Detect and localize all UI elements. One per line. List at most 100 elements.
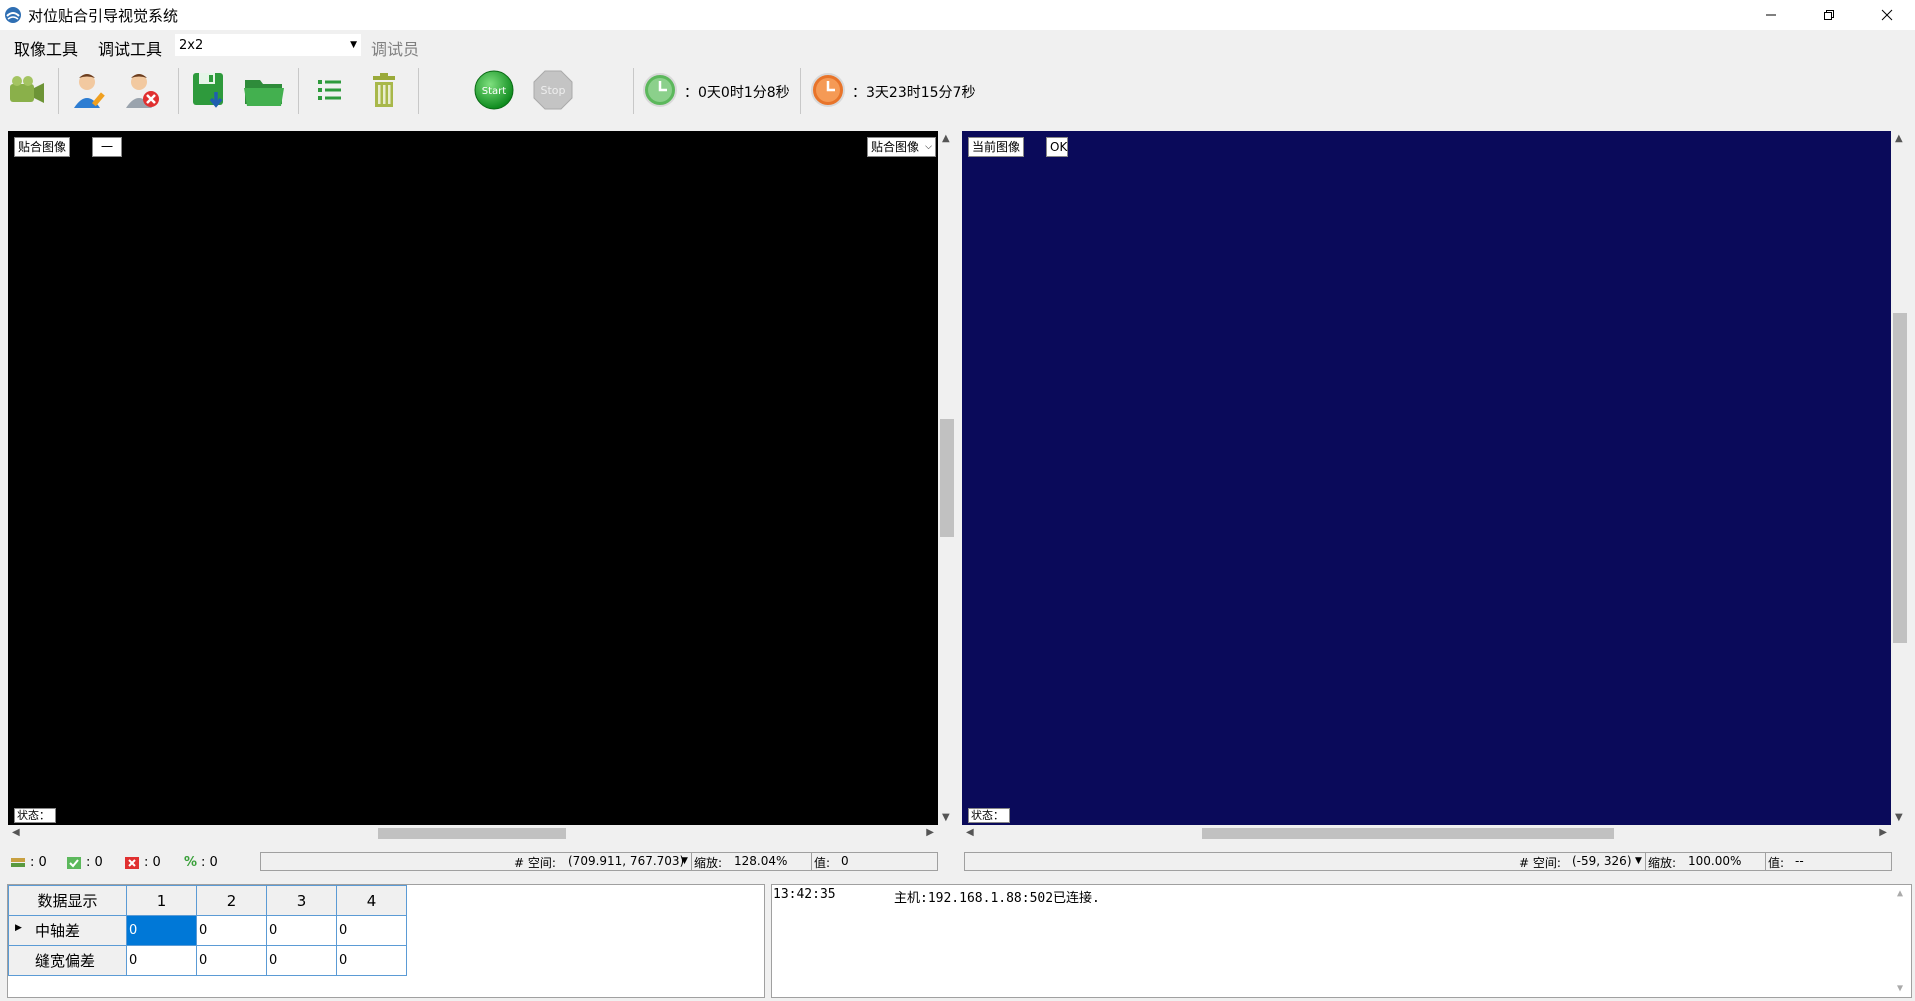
camera-button[interactable] <box>4 68 48 112</box>
view-select[interactable]: 贴合图像 ⌵ <box>866 137 936 157</box>
right-image-statusbar: # 空间: (-59, 326) ▼ 缩放: 100.00% 值: -- <box>964 852 1892 871</box>
fit-image-title: 贴合图像 <box>14 137 71 157</box>
scroll-thumb[interactable] <box>1893 313 1907 643</box>
scroll-down-icon[interactable]: ▼ <box>1895 812 1903 823</box>
fit-image-status: 状态： <box>14 808 56 823</box>
save-button[interactable] <box>188 68 232 112</box>
counter-ng-value: : 0 <box>144 855 161 870</box>
right-vertical-scrollbar[interactable]: ▲ ▼ <box>1891 131 1909 825</box>
menu-capture-tools[interactable]: 取像工具 <box>14 36 78 60</box>
scroll-right-icon[interactable]: ▶ <box>1879 827 1887 838</box>
grid-cell[interactable]: 0 <box>266 915 337 946</box>
table-row[interactable]: 缝宽偏差 0 0 0 0 <box>8 945 407 976</box>
delete-button[interactable] <box>362 68 406 112</box>
open-folder-button[interactable] <box>242 68 286 112</box>
grid-cell[interactable]: 0 <box>336 915 407 946</box>
stop-button[interactable]: Stop <box>531 68 575 112</box>
log-message: 主机:192.168.1.88:502已连接. <box>894 891 1100 906</box>
counter-rate: % : 0 <box>184 855 218 870</box>
ok-icon <box>67 856 81 869</box>
grid-cell[interactable]: 0 <box>126 945 197 976</box>
restore-button[interactable] <box>1801 0 1857 30</box>
table-row[interactable]: ▶ 中轴差 0 0 0 0 <box>8 915 407 946</box>
scroll-left-icon[interactable]: ◀ <box>966 827 974 838</box>
scroll-down-icon[interactable]: ▼ <box>942 812 950 823</box>
grid-cell[interactable]: 0 <box>126 915 197 946</box>
scroll-thumb[interactable] <box>940 419 954 537</box>
statusbar-separator <box>1765 853 1766 870</box>
grid-cell[interactable]: 0 <box>336 945 407 976</box>
space-label: # 空间: <box>1519 856 1561 870</box>
grid-header-row: 数据显示 1 2 3 4 <box>8 885 407 916</box>
scroll-thumb[interactable] <box>1202 828 1614 839</box>
toolbar-separator <box>633 68 634 114</box>
value-label: 值: <box>1768 856 1785 870</box>
counter-ng: : 0 <box>124 855 161 870</box>
scroll-left-icon[interactable]: ◀ <box>12 827 20 838</box>
scroll-down-icon[interactable]: ▼ <box>1897 983 1903 994</box>
list-button[interactable] <box>308 68 352 112</box>
counter-ok: : 0 <box>66 855 103 870</box>
stack-icon <box>11 857 25 867</box>
statusbar-separator <box>1645 853 1646 870</box>
toolbar-separator <box>178 68 179 114</box>
start-icon: Start <box>474 70 514 110</box>
scroll-thumb[interactable] <box>378 828 566 839</box>
right-horizontal-scrollbar[interactable]: ◀ ▶ <box>962 825 1891 842</box>
grid-cell[interactable]: 0 <box>266 945 337 976</box>
stop-icon: Stop <box>533 70 573 110</box>
log-time: 13:42:35 <box>773 887 836 902</box>
row-header[interactable]: 缝宽偏差 <box>8 945 127 976</box>
data-grid: 数据显示 1 2 3 4 ▶ 中轴差 0 0 0 0 缝宽偏差 0 0 0 0 <box>8 885 407 976</box>
coords-value: (-59, 326) <box>1572 854 1632 868</box>
scroll-up-icon[interactable]: ▲ <box>1897 888 1903 899</box>
current-image-status: 状态： <box>968 808 1010 823</box>
layout-select-value: 2x2 <box>179 38 204 53</box>
row-label: 缝宽偏差 <box>35 952 96 970</box>
log-panel[interactable]: 13:42:35 主机:192.168.1.88:502已连接. ▲ ▼ <box>771 884 1912 998</box>
current-image-view[interactable]: 当前图像 OK 状态： <box>962 131 1891 825</box>
minimize-button[interactable] <box>1743 0 1799 30</box>
counter-rate-value: : 0 <box>201 855 218 870</box>
start-button[interactable]: Start <box>472 68 516 112</box>
grid-header-cell[interactable]: 2 <box>196 885 267 916</box>
user-login-button[interactable] <box>68 68 112 112</box>
zoom-value: 128.04% <box>734 854 788 868</box>
scroll-up-icon[interactable]: ▲ <box>1895 133 1903 144</box>
log-vertical-scrollbar[interactable]: ▲ ▼ <box>1893 885 1911 997</box>
left-horizontal-scrollbar[interactable]: ◀ ▶ <box>8 825 938 842</box>
menu-debug-tools[interactable]: 调试工具 <box>98 36 162 60</box>
clock-green-icon <box>643 73 677 107</box>
toolbar-separator <box>418 68 419 114</box>
grid-header-cell[interactable]: 1 <box>126 885 197 916</box>
grid-header-cell[interactable]: 3 <box>266 885 337 916</box>
grid-cell[interactable]: 0 <box>196 915 267 946</box>
restore-icon <box>1824 10 1834 20</box>
user-logout-button[interactable] <box>120 68 164 112</box>
left-vertical-scrollbar[interactable]: ▲ ▼ <box>938 131 956 825</box>
data-grid-panel: 数据显示 1 2 3 4 ▶ 中轴差 0 0 0 0 缝宽偏差 0 0 0 0 <box>7 884 765 998</box>
pixel-value: 0 <box>841 854 849 868</box>
total-time-text: ：3天23时15分7秒 <box>852 85 976 101</box>
fit-image-view[interactable]: 贴合图像 一 贴合图像 ⌵ 状态： <box>8 131 938 825</box>
chevron-down-icon: ▼ <box>350 40 357 50</box>
chevron-down-icon: ⌵ <box>925 142 932 152</box>
chevron-down-icon[interactable]: ▼ <box>1635 856 1642 866</box>
layout-select[interactable]: 2x2 ▼ <box>174 33 362 57</box>
scroll-right-icon[interactable]: ▶ <box>926 827 934 838</box>
pixel-value: -- <box>1795 854 1804 868</box>
run-time-text: ：0天0时1分8秒 <box>684 85 790 101</box>
scroll-up-icon[interactable]: ▲ <box>942 133 950 144</box>
grid-cell[interactable]: 0 <box>196 945 267 976</box>
counter-total: : 0 <box>10 855 47 870</box>
zoom-label: 缩放: <box>694 856 723 870</box>
grid-header-cell[interactable]: 4 <box>336 885 407 916</box>
fit-image-tag: 一 <box>92 137 122 157</box>
close-button[interactable] <box>1859 0 1915 30</box>
counter-ok-value: : 0 <box>86 855 103 870</box>
chevron-down-icon[interactable]: ▼ <box>681 856 688 866</box>
row-header[interactable]: ▶ 中轴差 <box>8 915 127 946</box>
view-select-value: 贴合图像 <box>870 140 919 154</box>
user-remove-icon <box>126 74 159 108</box>
statusbar-separator <box>811 853 812 870</box>
